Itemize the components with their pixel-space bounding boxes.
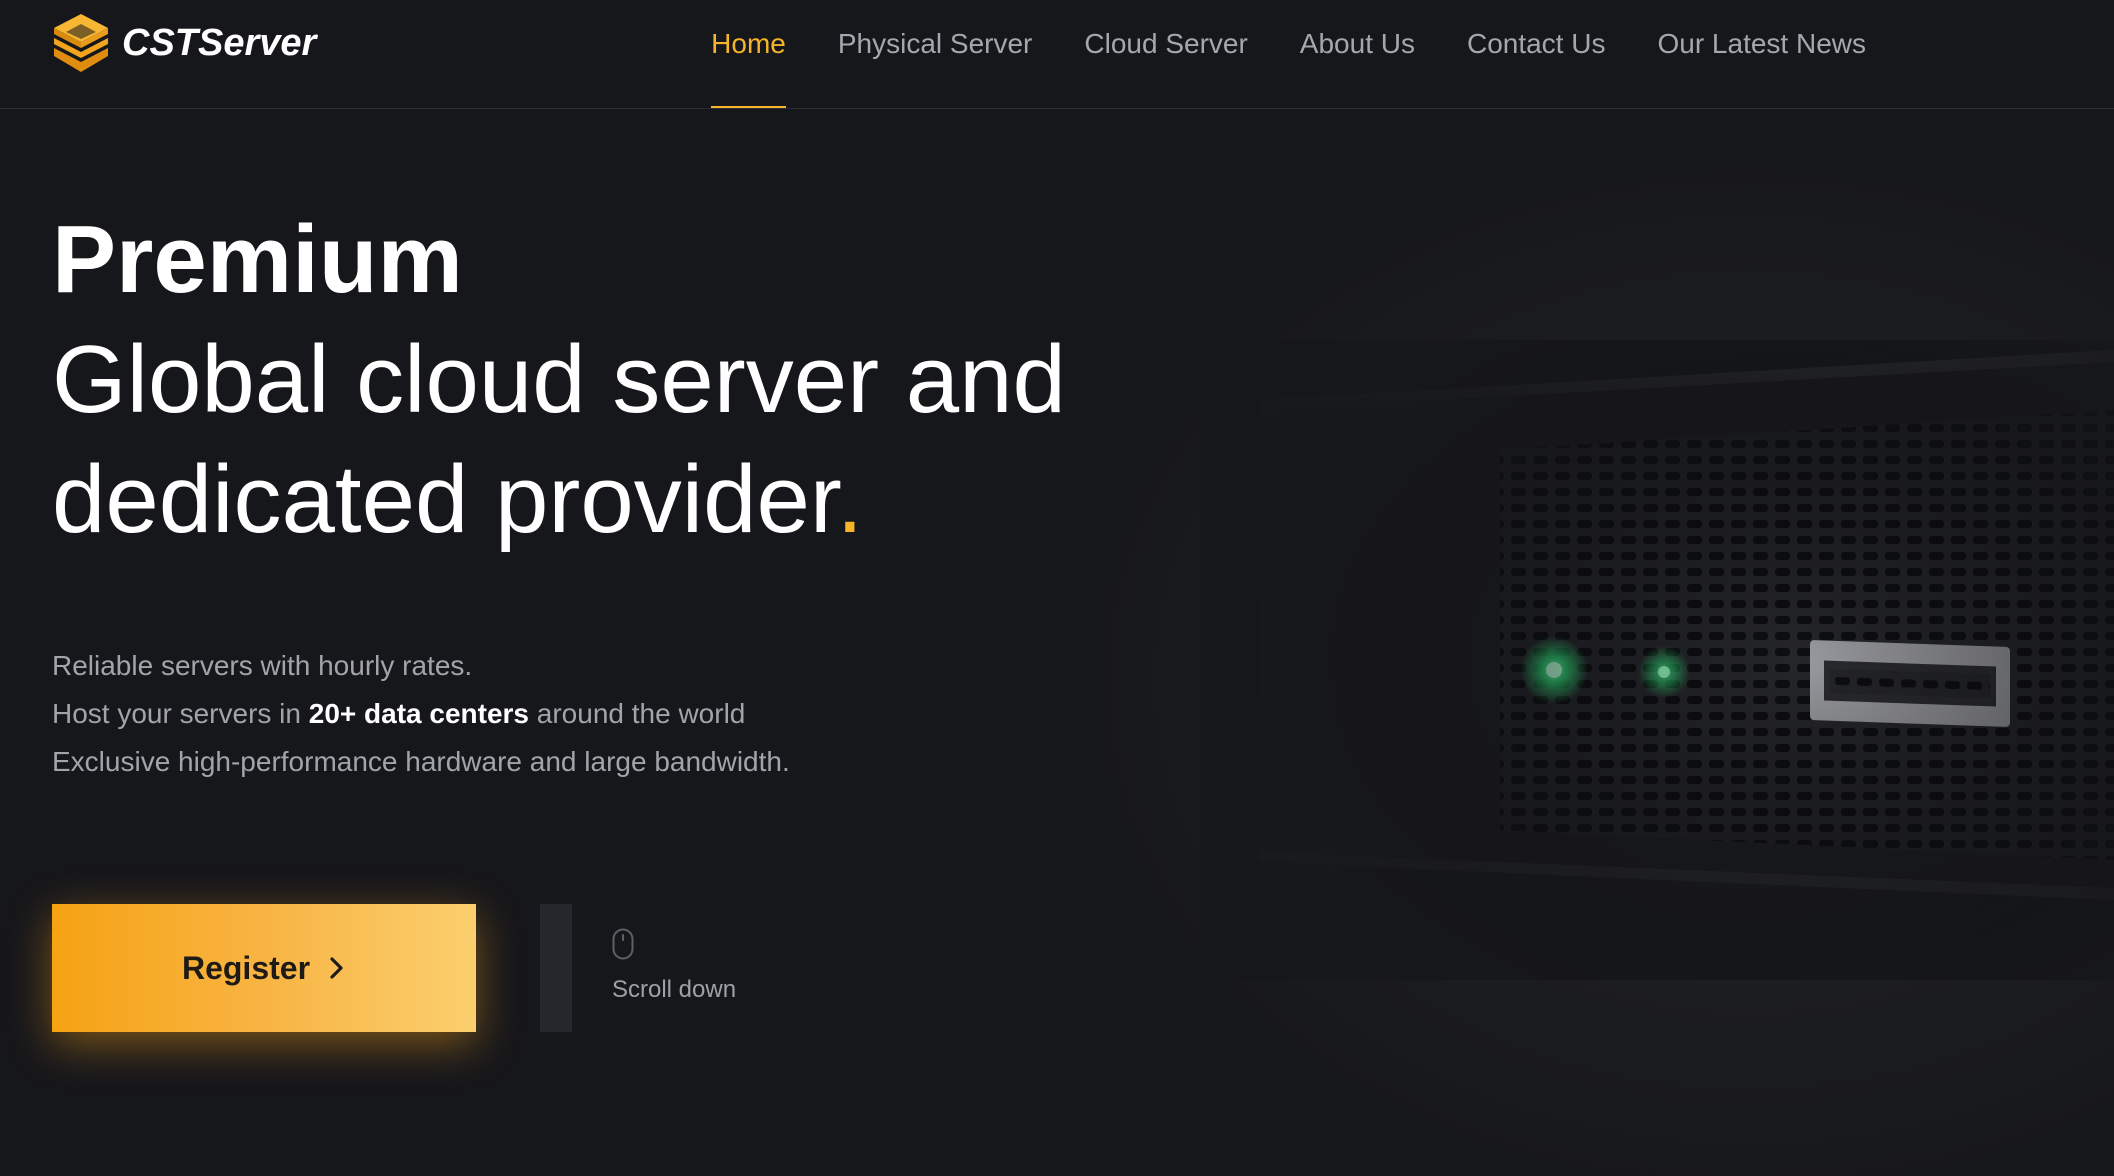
nav-item-home[interactable]: Home bbox=[685, 0, 812, 108]
site-header: CSTServer Home Physical Server Cloud Ser… bbox=[0, 0, 2114, 109]
nav-item-label: Physical Server bbox=[837, 28, 1033, 59]
hero-title-strong: Premium bbox=[52, 206, 463, 313]
nav-item-physical-server[interactable]: Physical Server bbox=[812, 0, 1059, 88]
mouse-icon bbox=[612, 928, 634, 960]
accent-dot: . bbox=[836, 446, 864, 553]
scroll-down-link[interactable]: Scroll down bbox=[612, 928, 736, 1004]
register-label: Register bbox=[181, 949, 311, 986]
data-centers-highlight: 20+ data centers bbox=[308, 698, 529, 729]
hero-desc-line-2: Host your servers in 20+ data centers ar… bbox=[52, 690, 790, 738]
hero-description: Reliable servers with hourly rates. Host… bbox=[52, 642, 790, 786]
nav-item-label: About Us bbox=[1299, 28, 1415, 59]
scroll-down-label: Scroll down bbox=[612, 976, 737, 1003]
hero-desc-line-2-prefix: Host your servers in bbox=[52, 698, 309, 729]
landing-page: CSTServer Home Physical Server Cloud Ser… bbox=[0, 0, 2114, 1176]
hero-headline: Premium Global cloud server and dedicate… bbox=[52, 200, 1202, 560]
brand-logo[interactable]: CSTServer bbox=[52, 12, 316, 74]
scroll-indicator-bar bbox=[540, 904, 572, 1032]
hero-desc-line-3: Exclusive high-performance hardware and … bbox=[52, 746, 790, 777]
stacked-layers-logo-icon bbox=[54, 14, 108, 72]
server-hero-image bbox=[1200, 340, 2114, 980]
chevron-right-icon bbox=[330, 957, 343, 979]
register-button[interactable]: Register bbox=[52, 904, 476, 1032]
nav-item-contact-us[interactable]: Contact Us bbox=[1441, 0, 1632, 88]
nav-item-label: Contact Us bbox=[1466, 28, 1606, 59]
hero-title-line-2: dedicated provider. bbox=[52, 440, 1202, 560]
nav-item-about-us[interactable]: About Us bbox=[1274, 0, 1441, 88]
nav-item-label: Cloud Server bbox=[1084, 28, 1248, 59]
brand-name: CSTServer bbox=[122, 21, 317, 64]
hero-desc-line-1: Reliable servers with hourly rates. bbox=[52, 650, 473, 681]
main-nav: Home Physical Server Cloud Server About … bbox=[685, 0, 1892, 108]
hero-title-line-2-text: dedicated provider bbox=[52, 446, 837, 553]
nav-item-latest-news[interactable]: Our Latest News bbox=[1631, 0, 1892, 88]
hero-desc-line-2-suffix: around the world bbox=[529, 698, 746, 729]
hero-title-line-1: Global cloud server and bbox=[52, 326, 1066, 433]
nav-item-label: Home bbox=[711, 28, 786, 59]
nav-item-label: Our Latest News bbox=[1657, 28, 1866, 59]
nav-item-cloud-server[interactable]: Cloud Server bbox=[1058, 0, 1273, 88]
